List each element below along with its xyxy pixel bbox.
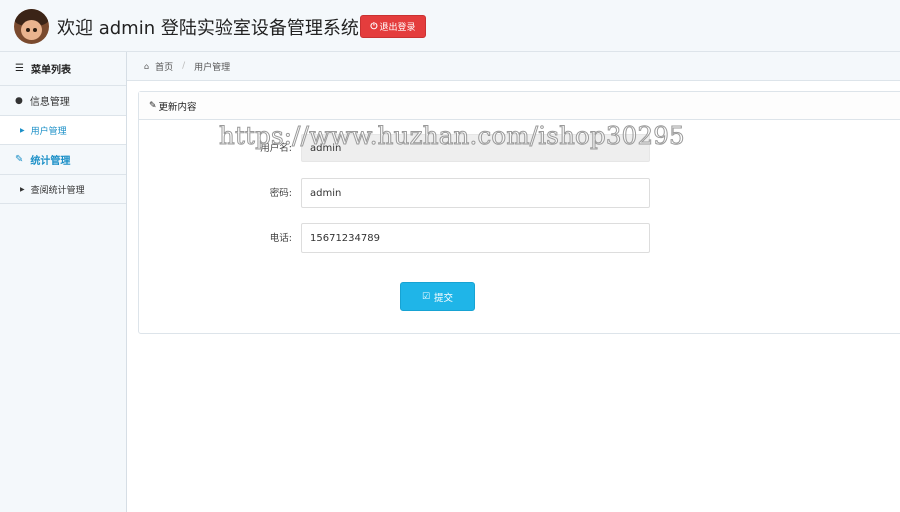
logout-button[interactable]: ⏻ 退出登录 bbox=[360, 15, 426, 38]
caret-right-icon: ▶ bbox=[20, 126, 25, 134]
sidebar-item-user-management[interactable]: ▶ 用户管理 bbox=[0, 116, 126, 145]
logout-label: 退出登录 bbox=[379, 23, 416, 33]
username-field[interactable]: admin bbox=[301, 134, 650, 162]
edit-icon: ✎ bbox=[149, 100, 157, 111]
user-icon: ● bbox=[15, 95, 23, 106]
sidebar-item-stats-query[interactable]: ▶ 查阅统计管理 bbox=[0, 175, 126, 204]
user-avatar bbox=[14, 9, 49, 44]
menu-list-title: ☰ 菜单列表 bbox=[0, 52, 126, 86]
username-label: 用户名: bbox=[260, 143, 292, 154]
top-header: 欢迎 admin 登陆实验室设备管理系统 ⏻ 退出登录 bbox=[0, 0, 900, 52]
password-label: 密码: bbox=[269, 188, 292, 199]
sidebar: ☰ 菜单列表 ● 信息管理 ▶ 用户管理 ✎ 统计管理 ▶ 查阅统计管理 bbox=[0, 52, 127, 512]
sidebar-group-label: 统计管理 bbox=[30, 156, 71, 167]
sidebar-group-stats[interactable]: ✎ 统计管理 bbox=[0, 145, 126, 175]
breadcrumb: ⌂ 首页 / 用户管理 bbox=[127, 52, 900, 81]
panel-title: 更新内容 bbox=[158, 101, 197, 113]
submit-button[interactable]: ☑ 提交 bbox=[400, 282, 475, 311]
sidebar-item-label: 查阅统计管理 bbox=[30, 185, 85, 196]
update-panel: ✎ 更新内容 bbox=[138, 91, 900, 334]
check-square-icon: ☑ bbox=[421, 291, 431, 302]
welcome-title: 欢迎 admin 登陆实验室设备管理系统 bbox=[57, 18, 359, 39]
breadcrumb-current: 用户管理 bbox=[194, 62, 231, 73]
power-icon: ⏻ bbox=[370, 21, 378, 32]
sidebar-group-label: 信息管理 bbox=[29, 97, 70, 108]
menu-title-label: 菜单列表 bbox=[30, 65, 71, 76]
phone-field[interactable]: 15671234789 bbox=[301, 223, 650, 253]
edit-icon: ✎ bbox=[15, 154, 24, 165]
home-icon: ⌂ bbox=[144, 61, 150, 71]
sidebar-group-info[interactable]: ● 信息管理 bbox=[0, 86, 126, 116]
caret-right-icon: ▶ bbox=[20, 185, 25, 193]
panel-header: ✎ 更新内容 bbox=[139, 92, 900, 120]
breadcrumb-separator: / bbox=[182, 61, 186, 71]
sidebar-item-label: 用户管理 bbox=[30, 126, 67, 137]
breadcrumb-home[interactable]: 首页 bbox=[155, 60, 173, 73]
phone-label: 电话: bbox=[269, 233, 292, 244]
submit-label: 提交 bbox=[434, 292, 454, 304]
list-icon: ☰ bbox=[15, 63, 24, 74]
password-field[interactable]: admin bbox=[301, 178, 650, 208]
